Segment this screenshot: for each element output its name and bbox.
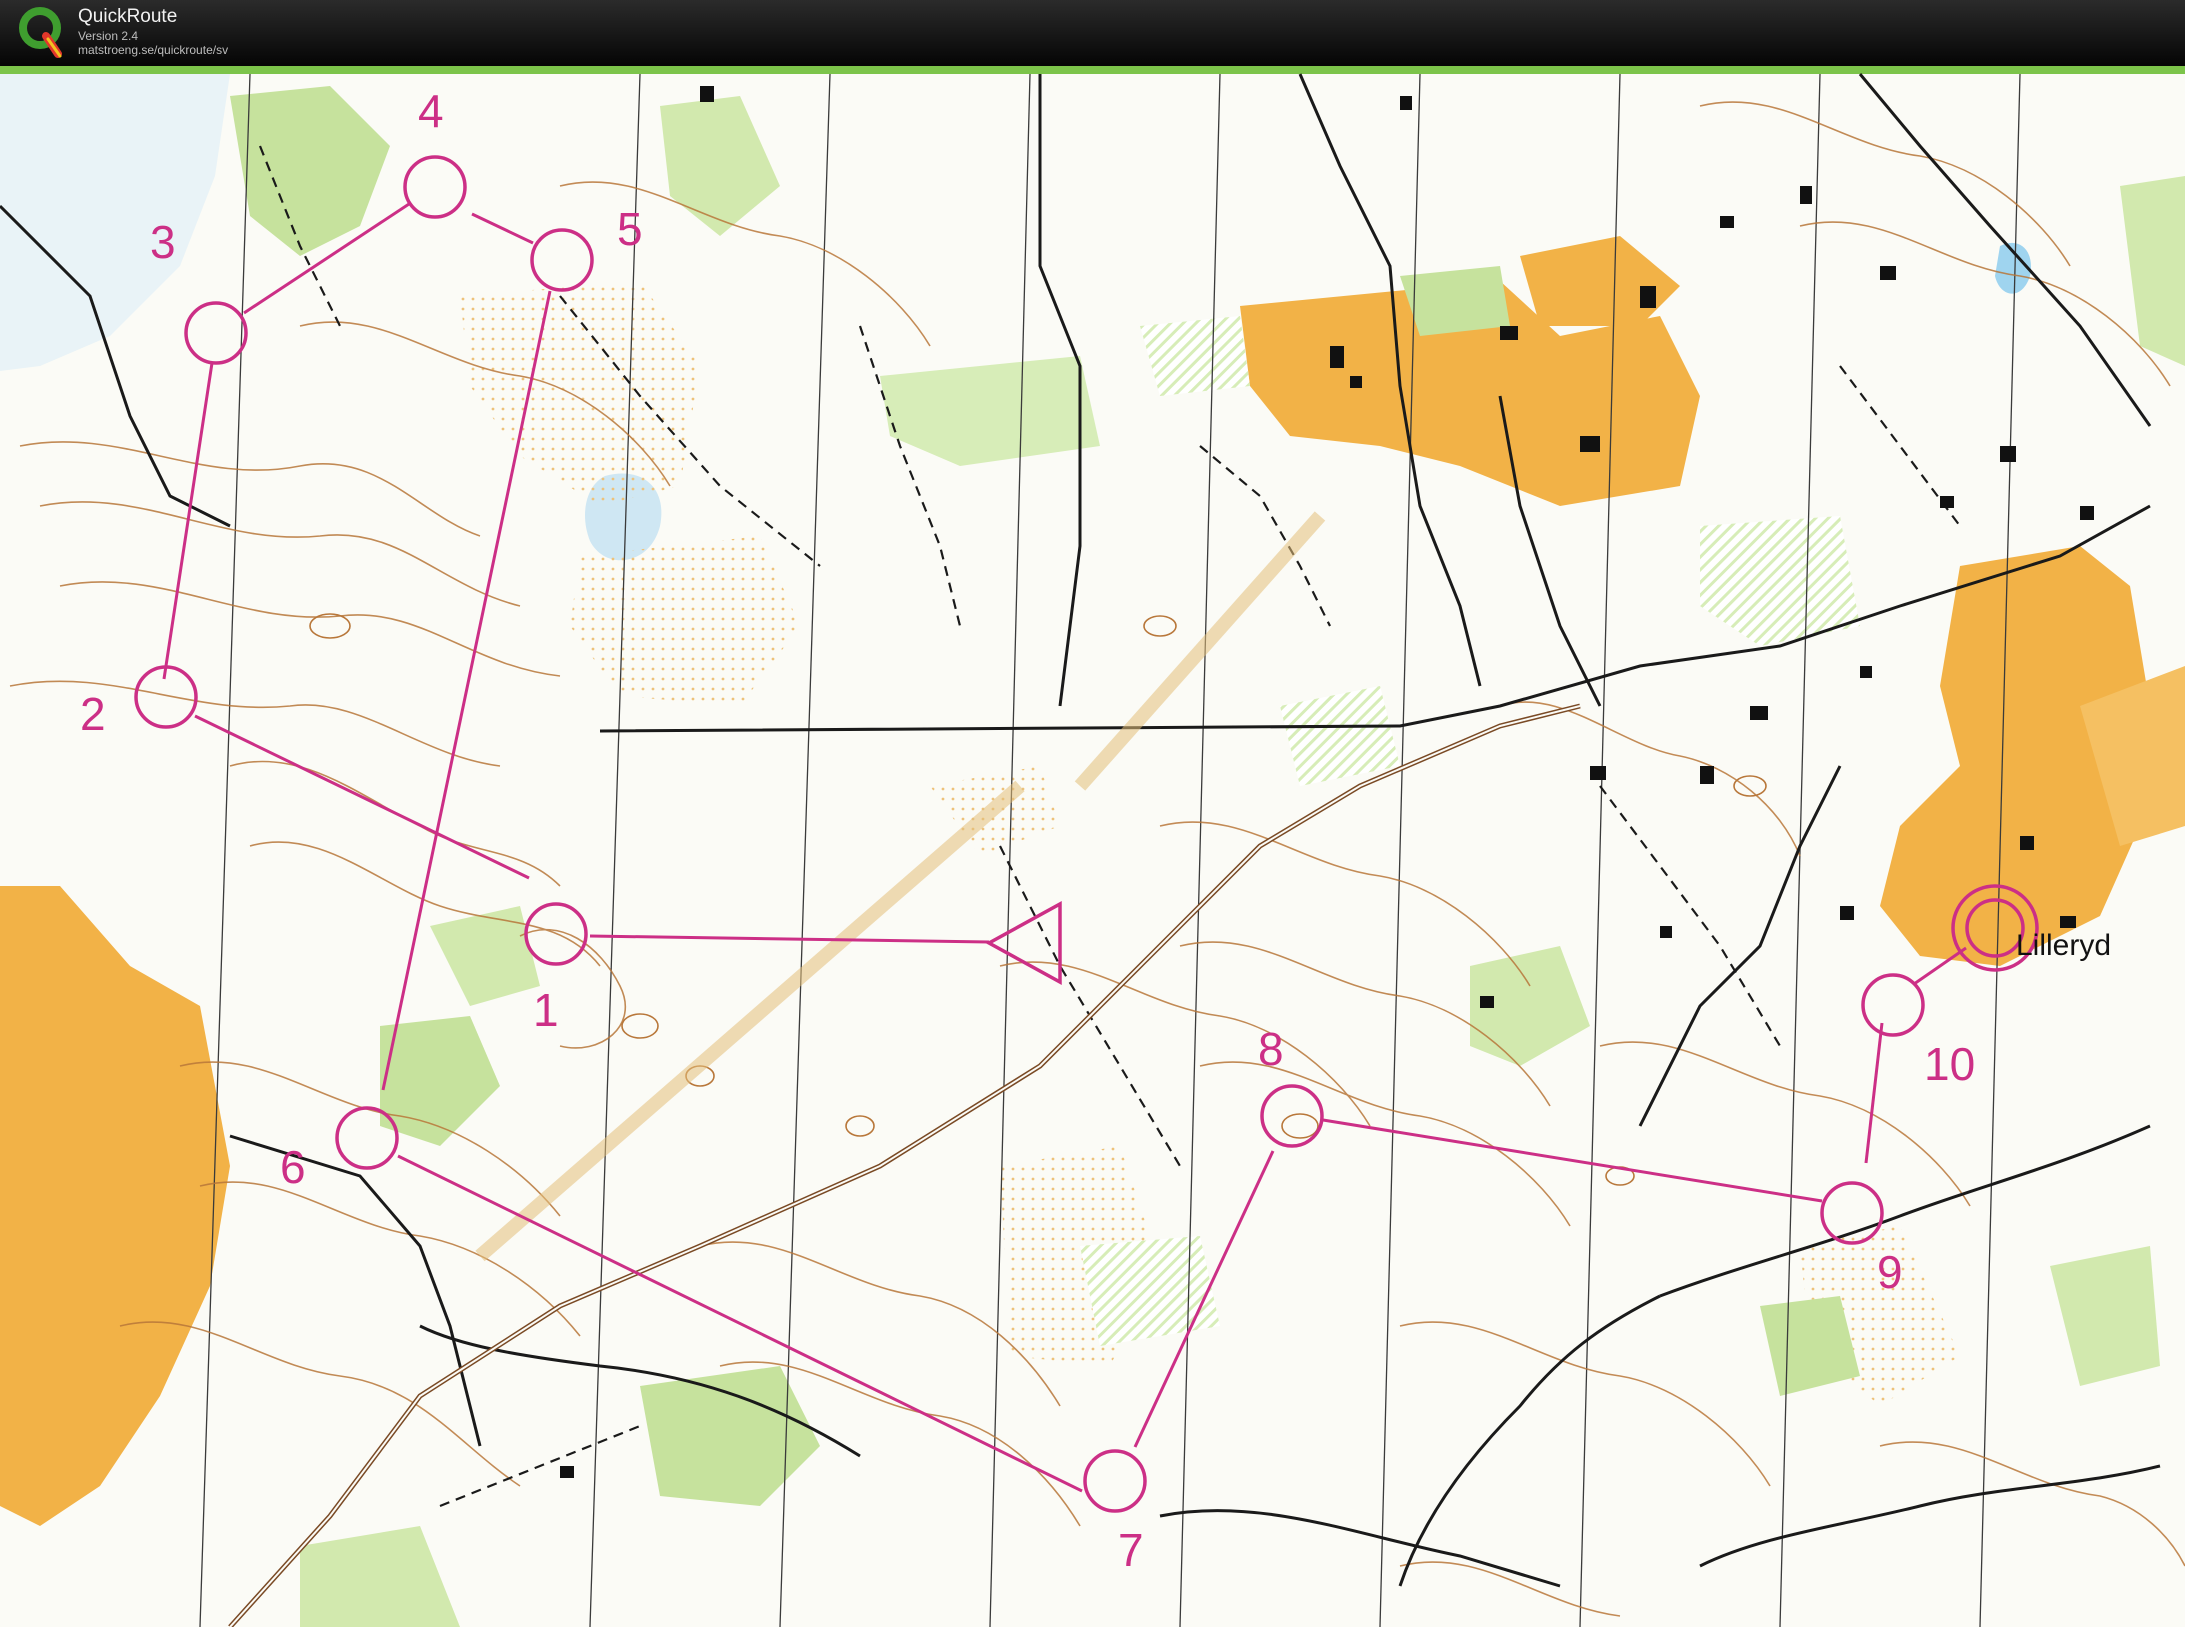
orienteering-map[interactable]: 1 2 3 4 5 6 7 8 9 10 Lilleryd (0, 66, 2185, 1627)
map-top-strip (0, 66, 2185, 74)
control-label-5: 5 (617, 203, 643, 255)
place-name-lilleryd: Lilleryd (2016, 929, 2111, 962)
app-version: Version 2.4 (78, 29, 139, 43)
map-viewport[interactable]: 1 2 3 4 5 6 7 8 9 10 Lilleryd (0, 66, 2185, 1627)
control-label-6: 6 (280, 1141, 306, 1193)
app-url[interactable]: matstroeng.se/quickroute/sv (78, 43, 228, 57)
app-title: QuickRoute (78, 6, 178, 27)
control-label-8: 8 (1258, 1023, 1284, 1075)
quickroute-logo-icon (19, 7, 62, 58)
title-bar: QuickRoute Version 2.4 matstroeng.se/qui… (0, 0, 2185, 66)
green-14 (1080, 1236, 1220, 1346)
control-label-9: 9 (1877, 1246, 1903, 1298)
control-label-10: 10 (1924, 1038, 1975, 1090)
map-background (0, 66, 2185, 1627)
green-4 (1400, 266, 1510, 336)
control-label-4: 4 (418, 85, 444, 137)
control-label-1: 1 (533, 984, 559, 1036)
control-label-2: 2 (80, 688, 106, 740)
control-label-3: 3 (150, 216, 176, 268)
control-label-7: 7 (1118, 1524, 1144, 1576)
